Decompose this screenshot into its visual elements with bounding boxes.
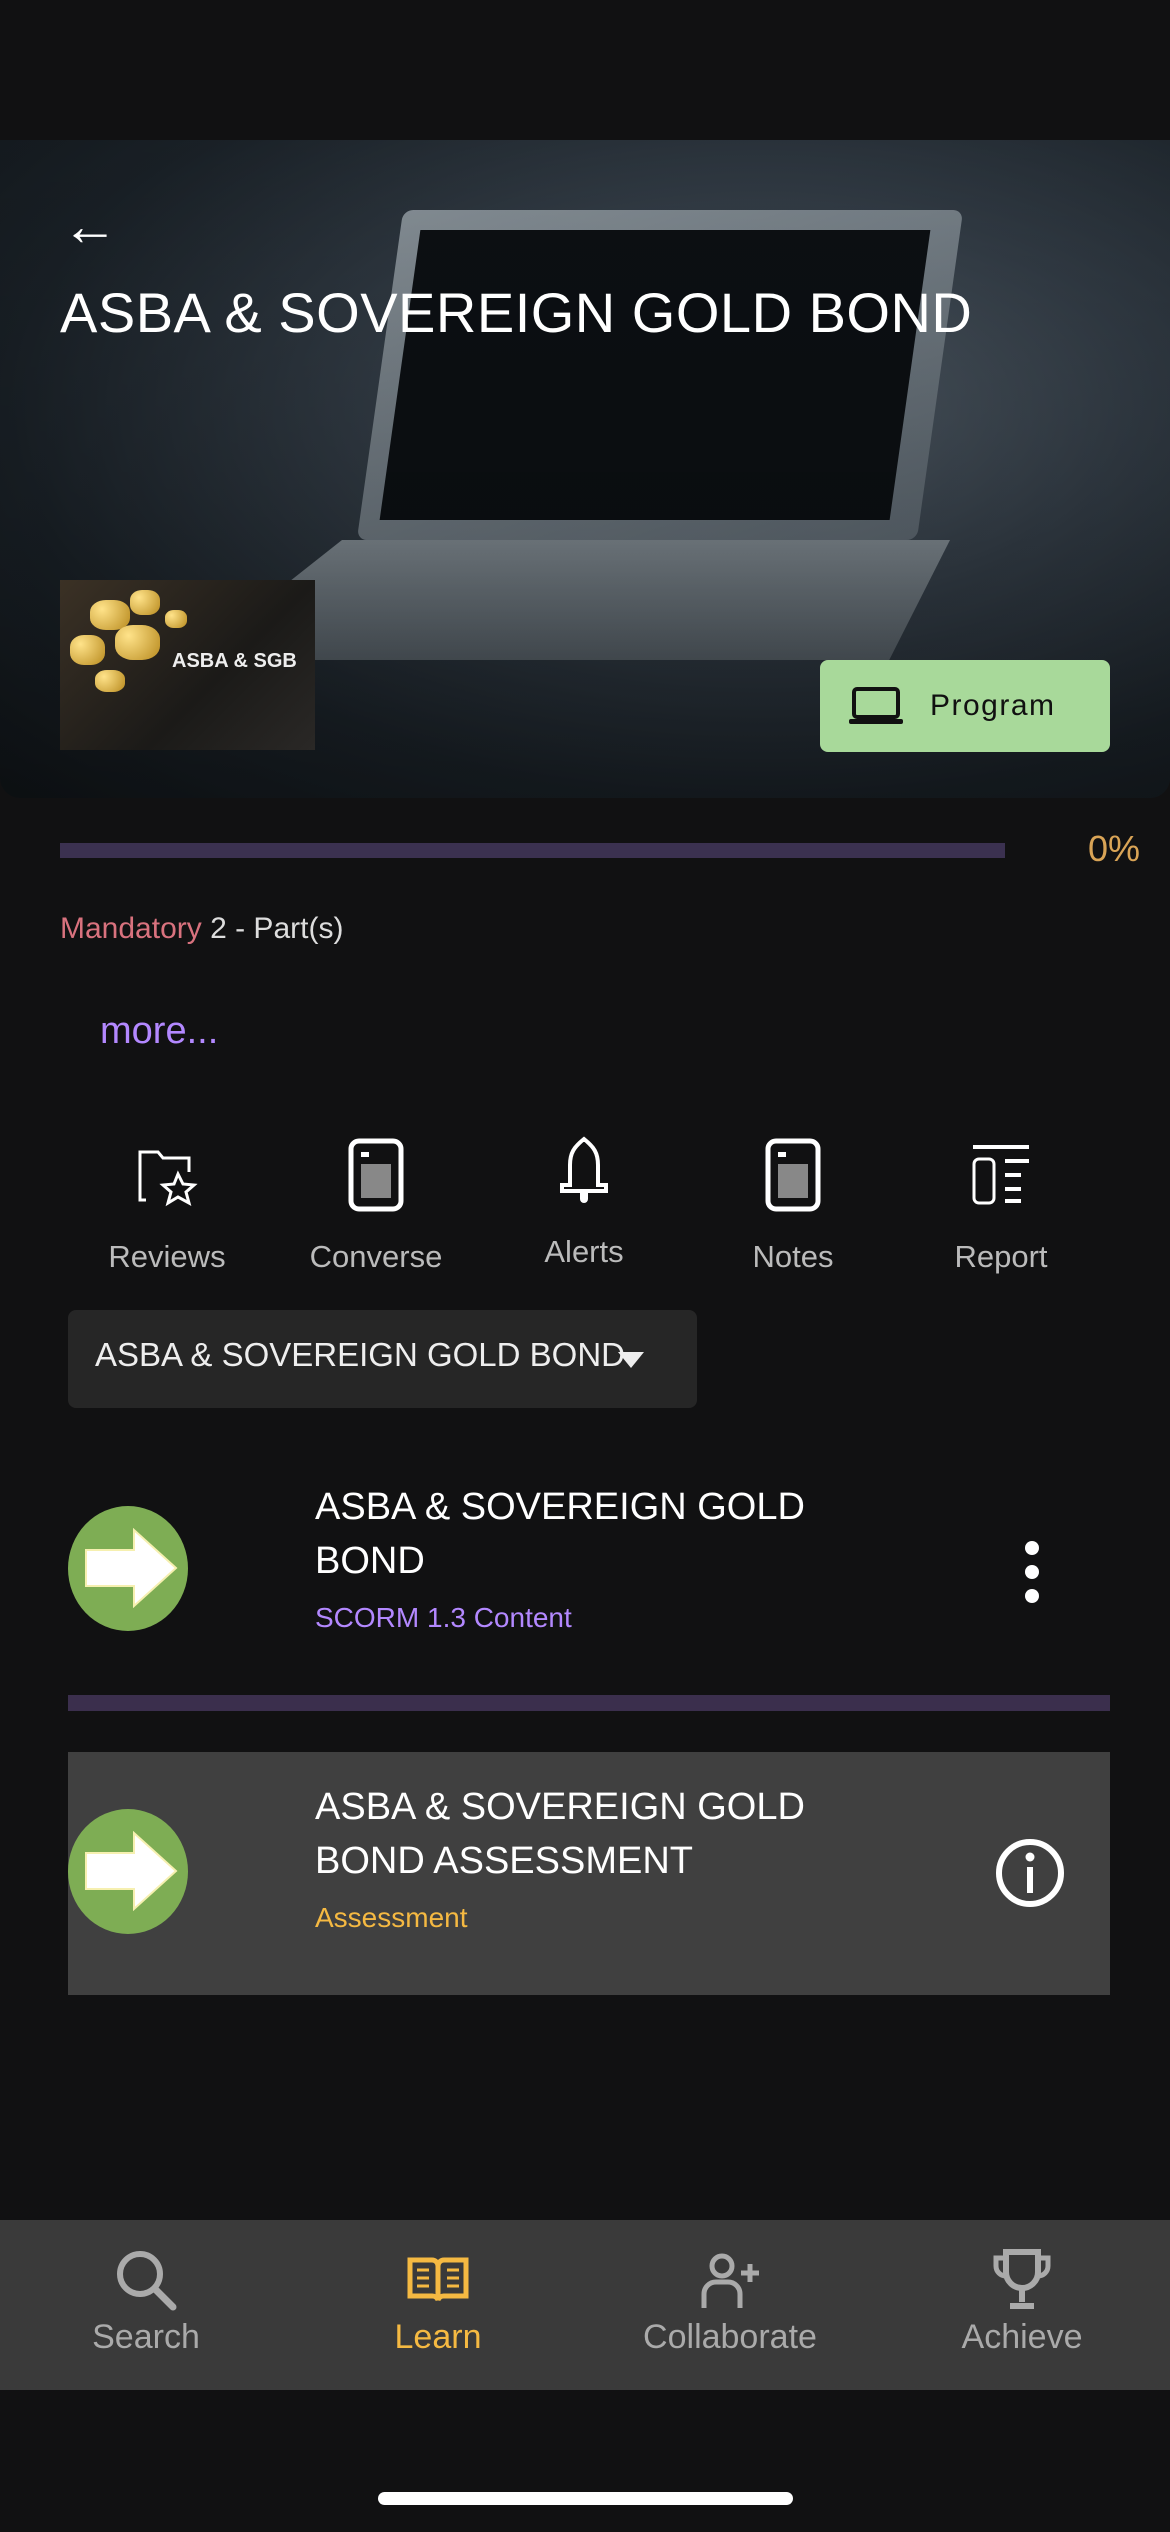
program-button-label: Program — [930, 689, 1056, 722]
item-title: ASBA & SOVEREIGN GOLD BOND — [315, 1486, 805, 1582]
list-item[interactable]: ASBA & SOVEREIGN GOLD BOND ASSESSMENT As… — [68, 1752, 1110, 1995]
phone-icon — [348, 1138, 404, 1212]
course-hero-banner: ← ASBA & SOVEREIGN GOLD BOND ASBA & SGB … — [0, 140, 1170, 798]
search-icon — [117, 2251, 177, 2311]
progress-percent: 0% — [1088, 828, 1141, 869]
person-add-icon — [701, 2253, 759, 2308]
dropdown-selected-value: ASBA & SOVEREIGN GOLD BOND — [95, 1336, 625, 1373]
home-indicator — [378, 2492, 793, 2505]
more-vertical-icon[interactable] — [1018, 1540, 1046, 1604]
module-dropdown[interactable]: ASBA & SOVEREIGN GOLD BOND — [68, 1310, 697, 1408]
program-button[interactable]: Program — [820, 660, 1110, 752]
nav-achieve[interactable]: Achieve — [876, 2220, 1168, 2390]
thumbnail-label: ASBA & SGB — [172, 650, 297, 672]
info-icon[interactable] — [994, 1837, 1066, 1909]
course-progress-bar — [60, 843, 1005, 858]
course-thumbnail: ASBA & SGB — [60, 580, 315, 750]
phone-icon — [765, 1138, 821, 1212]
start-arrow-icon[interactable] — [68, 1506, 188, 1631]
folder-star-icon — [138, 1150, 198, 1207]
mandatory-parts: Mandatory 2 - Part(s) — [60, 912, 344, 945]
action-reviews[interactable]: Reviews — [67, 1135, 267, 1275]
nav-learn[interactable]: Learn — [292, 2220, 584, 2390]
nav-search[interactable]: Search — [0, 2220, 292, 2390]
start-arrow-icon[interactable] — [68, 1809, 188, 1934]
bottom-nav: Search Learn Collaborate Achieve — [0, 2220, 1170, 2390]
action-notes[interactable]: Notes — [693, 1135, 893, 1275]
item-title: ASBA & SOVEREIGN GOLD BOND ASSESSMENT — [315, 1786, 805, 1882]
report-icon — [972, 1145, 1029, 1205]
trophy-icon — [993, 2249, 1051, 2309]
item-type: Assessment — [315, 1902, 468, 1933]
list-item[interactable]: ASBA & SOVEREIGN GOLD BOND SCORM 1.3 Con… — [68, 1470, 1110, 1660]
action-converse[interactable]: Converse — [276, 1135, 476, 1275]
action-report[interactable]: Report — [901, 1135, 1101, 1275]
book-open-icon — [407, 2257, 469, 2302]
action-alerts[interactable]: Alerts — [484, 1130, 684, 1270]
page-title: ASBA & SOVEREIGN GOLD BOND — [60, 281, 973, 344]
nav-collaborate[interactable]: Collaborate — [584, 2220, 876, 2390]
more-link[interactable]: more... — [100, 1010, 218, 1053]
item-progress-divider — [68, 1695, 1110, 1711]
back-arrow-icon[interactable]: ← — [62, 198, 118, 254]
bell-icon — [560, 1136, 608, 1203]
laptop-icon — [849, 687, 903, 724]
caret-down-icon — [618, 1352, 644, 1368]
item-type: SCORM 1.3 Content — [315, 1602, 572, 1633]
